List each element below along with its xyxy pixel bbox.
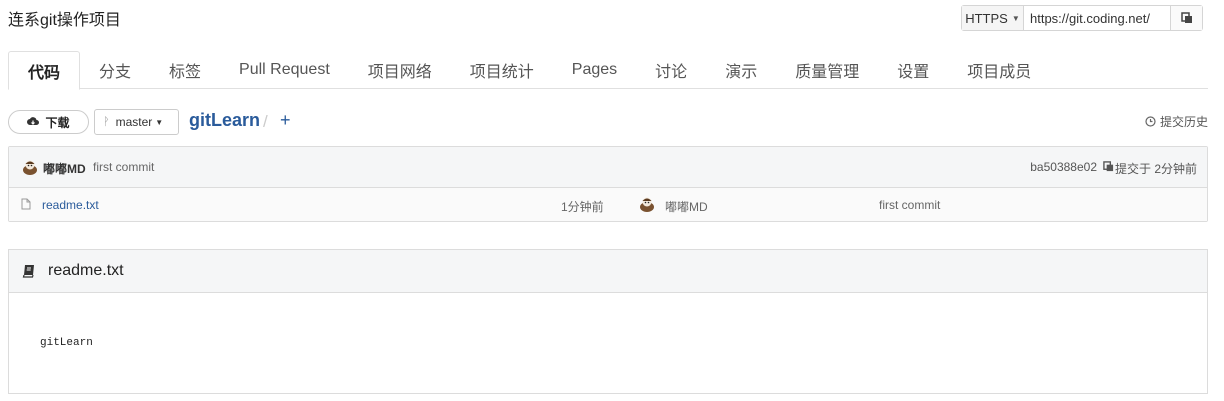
- tab-statistics[interactable]: 项目统计: [451, 51, 553, 89]
- tab-demo[interactable]: 演示: [706, 51, 776, 89]
- readme-header: readme.txt: [9, 250, 1207, 293]
- protocol-label: HTTPS: [965, 10, 1008, 26]
- avatar[interactable]: [21, 158, 39, 179]
- tab-tags[interactable]: 标签: [150, 51, 220, 89]
- table-row[interactable]: readme.txt 1分钟前 嘟嘟MD first commit: [9, 188, 1207, 221]
- tab-quality[interactable]: 质量管理: [776, 51, 878, 89]
- caret-down-icon: ▼: [1011, 13, 1020, 23]
- repo-name-link[interactable]: gitLearn: [189, 110, 260, 131]
- latest-commit-bar: 嘟嘟MD first commit ba50388e02 提交于 2分钟前: [9, 147, 1207, 188]
- copy-hash-icon[interactable]: [1103, 161, 1114, 175]
- commit-author[interactable]: 嘟嘟MD: [43, 160, 86, 177]
- project-title: 连系git操作项目: [8, 12, 121, 29]
- commit-time: 提交于 2分钟前: [1114, 162, 1197, 176]
- tab-settings[interactable]: 设置: [878, 51, 948, 89]
- readme-title: readme.txt: [48, 262, 124, 279]
- file-commit-message[interactable]: first commit: [879, 198, 940, 212]
- tab-network[interactable]: 项目网络: [349, 51, 451, 89]
- file-table: 嘟嘟MD first commit ba50388e02 提交于 2分钟前 re…: [8, 146, 1208, 222]
- tab-pages[interactable]: Pages: [553, 51, 636, 89]
- tab-pull-request[interactable]: Pull Request: [220, 51, 349, 89]
- tab-branches[interactable]: 分支: [80, 51, 150, 89]
- cloud-download-icon: [27, 117, 40, 125]
- clone-url-input[interactable]: [1024, 6, 1170, 30]
- history-icon: [1145, 116, 1156, 127]
- file-author[interactable]: 嘟嘟MD: [665, 198, 708, 215]
- tab-code[interactable]: 代码: [8, 51, 81, 90]
- tab-members[interactable]: 项目成员: [948, 51, 1050, 89]
- history-label: 提交历史: [1159, 115, 1208, 129]
- file-icon: [21, 198, 31, 213]
- branch-icon: ᚹ: [103, 116, 110, 128]
- project-tabs: 代码 分支 标签 Pull Request 项目网络 项目统计 Pages 讨论…: [8, 51, 1208, 90]
- branch-select[interactable]: ᚹ master ▼: [94, 109, 179, 135]
- readme-content: gitLearn: [40, 337, 93, 349]
- file-name-link[interactable]: readme.txt: [42, 198, 99, 212]
- protocol-select[interactable]: HTTPS ▼: [962, 6, 1024, 30]
- file-time: 1分钟前: [561, 200, 604, 214]
- download-button[interactable]: 下载: [8, 110, 89, 134]
- branch-name: master: [115, 115, 153, 129]
- repo-toolbar: 下载 ᚹ master ▼ gitLearn / + 提交历史: [8, 109, 1208, 135]
- add-file-button[interactable]: +: [280, 110, 291, 131]
- commit-history-link[interactable]: 提交历史: [1145, 113, 1208, 130]
- commit-hash[interactable]: ba50388e02: [1030, 160, 1097, 174]
- readme-panel: readme.txt gitLearn: [8, 249, 1208, 394]
- download-label: 下载: [45, 115, 70, 130]
- copy-icon: [1180, 12, 1192, 23]
- book-icon: [22, 264, 36, 283]
- clone-url-box: HTTPS ▼: [961, 5, 1203, 31]
- path-separator: /: [263, 112, 268, 131]
- copy-url-button[interactable]: [1170, 6, 1202, 30]
- commit-message[interactable]: first commit: [93, 160, 154, 174]
- avatar[interactable]: [638, 195, 656, 216]
- caret-down-icon: ▼: [155, 117, 164, 127]
- tab-discussion[interactable]: 讨论: [636, 51, 706, 89]
